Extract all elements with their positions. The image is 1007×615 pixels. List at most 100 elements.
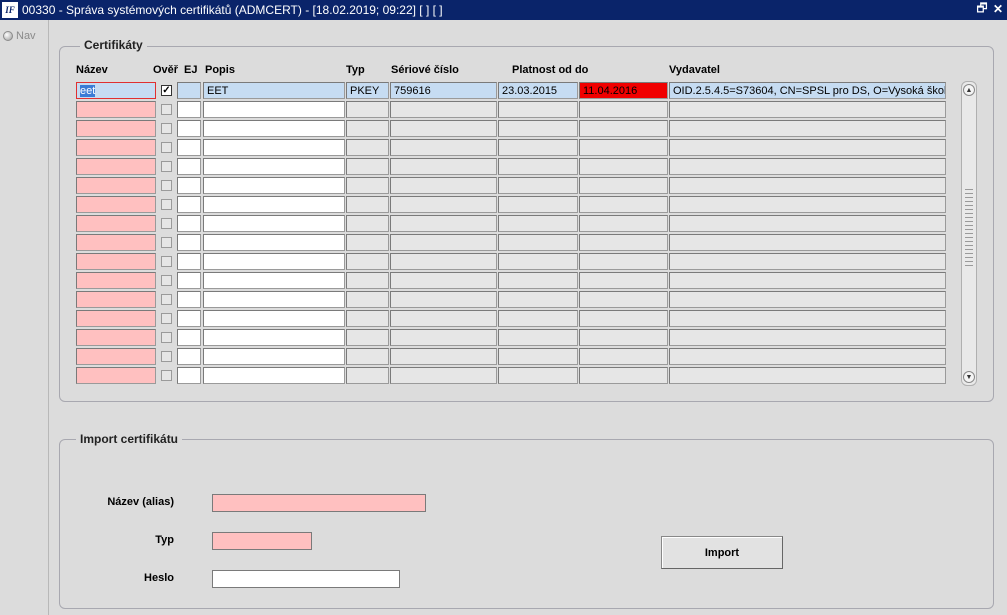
cell-desc[interactable] (203, 177, 345, 194)
cell-desc[interactable] (203, 101, 345, 118)
cell-valid-from[interactable] (498, 196, 578, 213)
cell-issuer[interactable] (669, 120, 946, 137)
cell-ej[interactable] (177, 120, 201, 137)
cell-ej[interactable] (177, 310, 201, 327)
type-input[interactable] (212, 532, 312, 550)
cell-valid-to[interactable] (579, 139, 668, 156)
cell-type[interactable] (346, 272, 389, 289)
cell-valid-from[interactable] (498, 158, 578, 175)
verify-checkbox[interactable] (161, 180, 172, 191)
cell-type[interactable] (346, 120, 389, 137)
cell-valid-to[interactable] (579, 348, 668, 365)
cell-valid-to[interactable] (579, 177, 668, 194)
verify-checkbox[interactable] (161, 104, 172, 115)
cell-ej[interactable] (177, 177, 201, 194)
cell-desc[interactable] (203, 215, 345, 232)
verify-checkbox[interactable] (161, 370, 172, 381)
verify-checkbox[interactable] (161, 142, 172, 153)
cell-serial[interactable]: 759616 (390, 82, 497, 99)
cell-ej[interactable] (177, 139, 201, 156)
cell-valid-from[interactable] (498, 139, 578, 156)
cell-serial[interactable] (390, 329, 497, 346)
cell-valid-to[interactable] (579, 120, 668, 137)
cell-valid-to[interactable] (579, 253, 668, 270)
cell-type[interactable]: PKEY (346, 82, 389, 99)
cell-valid-from[interactable] (498, 101, 578, 118)
cell-type[interactable] (346, 196, 389, 213)
cell-name[interactable] (76, 367, 156, 384)
cell-desc[interactable] (203, 120, 345, 137)
cell-name[interactable] (76, 158, 156, 175)
cell-ej[interactable] (177, 253, 201, 270)
cell-desc[interactable] (203, 348, 345, 365)
cell-serial[interactable] (390, 196, 497, 213)
cell-valid-to[interactable] (579, 329, 668, 346)
cell-type[interactable] (346, 139, 389, 156)
cell-serial[interactable] (390, 158, 497, 175)
cell-ej[interactable] (177, 82, 201, 99)
cell-ej[interactable] (177, 158, 201, 175)
cell-name[interactable]: eet (76, 82, 156, 99)
cell-issuer[interactable] (669, 272, 946, 289)
cell-issuer[interactable] (669, 101, 946, 118)
cell-name[interactable] (76, 177, 156, 194)
nav-button[interactable]: Nav (3, 30, 36, 42)
cell-type[interactable] (346, 158, 389, 175)
cell-valid-from[interactable] (498, 272, 578, 289)
cell-serial[interactable] (390, 177, 497, 194)
cell-serial[interactable] (390, 120, 497, 137)
cell-issuer[interactable] (669, 291, 946, 308)
cell-issuer[interactable] (669, 139, 946, 156)
cell-valid-to[interactable] (579, 310, 668, 327)
cell-valid-from[interactable] (498, 253, 578, 270)
cell-valid-from[interactable] (498, 310, 578, 327)
cell-ej[interactable] (177, 348, 201, 365)
verify-checkbox[interactable] (161, 294, 172, 305)
cell-desc[interactable] (203, 253, 345, 270)
cell-ej[interactable] (177, 272, 201, 289)
verify-checkbox[interactable] (161, 123, 172, 134)
cell-serial[interactable] (390, 139, 497, 156)
verify-checkbox[interactable] (161, 237, 172, 248)
cell-type[interactable] (346, 177, 389, 194)
cell-valid-to[interactable] (579, 158, 668, 175)
cell-issuer[interactable] (669, 310, 946, 327)
cell-valid-to[interactable] (579, 272, 668, 289)
cell-issuer[interactable] (669, 158, 946, 175)
cell-serial[interactable] (390, 253, 497, 270)
cell-ej[interactable] (177, 367, 201, 384)
cell-type[interactable] (346, 367, 389, 384)
cell-name[interactable] (76, 101, 156, 118)
cell-valid-from[interactable] (498, 291, 578, 308)
cell-desc[interactable] (203, 196, 345, 213)
cell-name[interactable] (76, 329, 156, 346)
cell-serial[interactable] (390, 310, 497, 327)
cell-issuer[interactable] (669, 177, 946, 194)
cell-desc[interactable] (203, 158, 345, 175)
cell-type[interactable] (346, 348, 389, 365)
cell-serial[interactable] (390, 367, 497, 384)
cell-serial[interactable] (390, 272, 497, 289)
cell-name[interactable] (76, 196, 156, 213)
cell-valid-to[interactable] (579, 215, 668, 232)
cell-type[interactable] (346, 291, 389, 308)
scroll-grip[interactable] (965, 186, 973, 266)
cell-issuer[interactable] (669, 329, 946, 346)
cell-valid-from[interactable] (498, 177, 578, 194)
cell-valid-from[interactable] (498, 348, 578, 365)
cell-valid-from[interactable] (498, 329, 578, 346)
cell-name[interactable] (76, 310, 156, 327)
cell-valid-to[interactable]: 11.04.2016 (579, 82, 668, 99)
restore-icon[interactable]: 🗗 (975, 1, 989, 16)
cell-desc[interactable] (203, 367, 345, 384)
cell-type[interactable] (346, 234, 389, 251)
cell-issuer[interactable] (669, 367, 946, 384)
cell-ej[interactable] (177, 291, 201, 308)
cell-desc[interactable] (203, 139, 345, 156)
cell-type[interactable] (346, 310, 389, 327)
scroll-down-icon[interactable]: ▼ (963, 371, 975, 383)
cell-name[interactable] (76, 139, 156, 156)
cell-issuer[interactable] (669, 253, 946, 270)
cell-name[interactable] (76, 291, 156, 308)
cell-serial[interactable] (390, 348, 497, 365)
